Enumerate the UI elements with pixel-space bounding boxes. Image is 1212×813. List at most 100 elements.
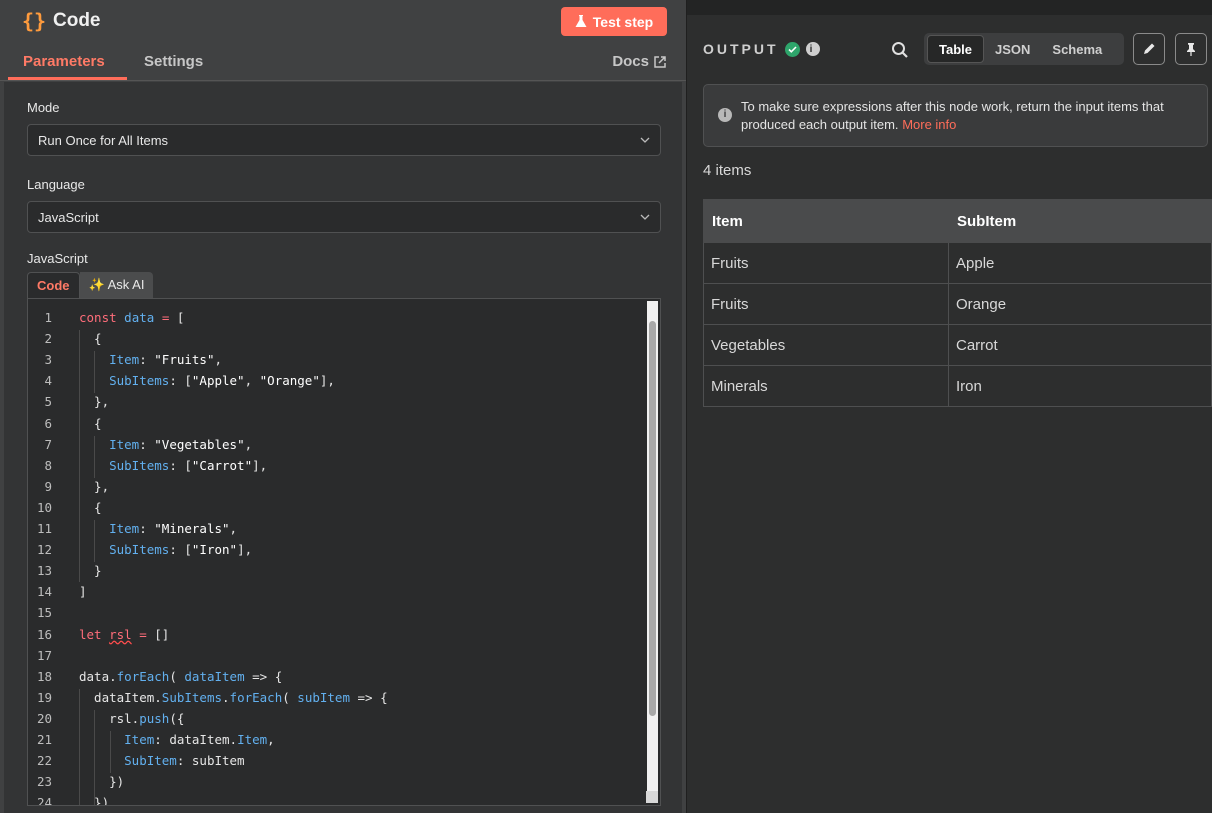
resize-handle[interactable] (646, 791, 658, 803)
code-text: SubItems: ["Iron"], (109, 542, 253, 558)
code-editor[interactable]: 1 const data = [2 {3 Item: "Fruits", 4 Sub… (27, 298, 661, 806)
table-header-row: Item SubItem (703, 199, 1212, 243)
line-number: 19 (36, 689, 52, 705)
line-number: 2 (44, 331, 52, 347)
line-number: 12 (36, 542, 52, 558)
line-number: 5 (44, 394, 52, 410)
column-header: SubItem (948, 199, 1212, 243)
external-link-icon (654, 55, 666, 68)
line-number: 17 (36, 647, 52, 663)
code-text: { (79, 415, 102, 431)
code-text: Item: dataItem.Item, (124, 732, 275, 747)
line-number: 20 (36, 710, 52, 726)
code-text: SubItems: ["Apple", "Orange"], (109, 373, 335, 389)
line-number: 9 (44, 478, 52, 494)
editor-tabs: Code ✨ Ask AI (27, 272, 154, 298)
table-cell[interactable]: Fruits (703, 283, 949, 325)
output-notice: i To make sure expressions after this no… (703, 84, 1208, 147)
test-step-button[interactable]: Test step (561, 7, 667, 36)
code-text: SubItem: subItem (124, 753, 245, 769)
scrollbar-thumb[interactable] (649, 321, 656, 716)
table-cell[interactable]: Carrot (948, 324, 1212, 366)
line-number: 23 (36, 774, 52, 790)
table-cell[interactable]: Apple (948, 242, 1212, 284)
output-heading: OUTPUT i (703, 41, 820, 57)
line-number: 3 (44, 352, 52, 368)
pin-icon (1187, 43, 1195, 56)
active-tab-indicator (8, 77, 127, 80)
language-label: Language (27, 177, 85, 192)
line-number: 14 (36, 584, 52, 600)
table-cell[interactable]: Orange (948, 283, 1212, 325)
chevron-down-icon (640, 214, 650, 220)
table-row: Minerals Iron (703, 365, 1212, 407)
output-table: Item SubItem Fruits Apple Fruits Orange Vege… (703, 199, 1212, 407)
pencil-icon (1144, 43, 1155, 54)
table-cell[interactable]: Minerals (703, 365, 949, 407)
info-icon[interactable]: i (805, 42, 820, 56)
table-cell[interactable]: Vegetables (703, 324, 949, 366)
mode-value: Run Once for All Items (38, 132, 169, 148)
column-header: Item (703, 199, 949, 243)
code-text: }) (79, 795, 110, 806)
code-braces-icon: {} (22, 9, 47, 33)
code-text: Item: "Minerals", (109, 521, 238, 536)
table-row: Vegetables Carrot (703, 324, 1212, 366)
code-text: Item: "Vegetables", (109, 436, 253, 452)
line-number: 16 (36, 626, 52, 642)
language-value: JavaScript (38, 209, 99, 225)
parameters-form: Mode Run Once for All Items Language Jav… (4, 82, 682, 813)
code-text: ] (79, 584, 87, 600)
code-text: } (79, 563, 102, 579)
edit-output-button[interactable] (1133, 33, 1165, 65)
docs-label: Docs (612, 53, 649, 70)
line-number: 11 (36, 521, 52, 536)
tab-parameters[interactable]: Parameters (23, 53, 105, 70)
test-step-label: Test step (592, 13, 654, 30)
tab-ask-ai[interactable]: ✨ Ask AI (79, 272, 154, 298)
code-text: { (79, 331, 102, 347)
code-text: SubItems: ["Carrot"], (109, 457, 268, 473)
node-title: Code (53, 10, 101, 31)
table-cell[interactable]: Iron (948, 365, 1212, 407)
parameters-panel: {} Code Test step Parameters Settings Do… (0, 0, 687, 813)
docs-link[interactable]: Docs (612, 53, 666, 70)
language-select[interactable]: JavaScript (27, 201, 661, 233)
line-number: 13 (36, 563, 52, 579)
code-text: const data = [ (79, 310, 185, 325)
view-json[interactable]: JSON (984, 36, 1041, 62)
line-number: 18 (36, 668, 52, 684)
more-info-link[interactable]: More info (902, 117, 956, 132)
code-text: }, (79, 478, 110, 494)
line-number: 21 (36, 732, 52, 747)
line-number: 8 (44, 457, 52, 473)
mode-select[interactable]: Run Once for All Items (27, 124, 661, 156)
line-number: 15 (36, 605, 52, 621)
view-switcher: Table JSON Schema (924, 33, 1124, 65)
item-count: 4 items (703, 162, 752, 179)
output-panel: OUTPUT i Table JSON Schema i To make sur… (687, 0, 1212, 813)
code-text: dataItem.SubItems.forEach( subItem => { (79, 689, 388, 705)
line-number: 7 (44, 436, 52, 452)
canvas-strip (687, 0, 1212, 15)
pin-data-button[interactable] (1175, 33, 1207, 65)
mode-label: Mode (27, 100, 60, 115)
code-text: { (79, 499, 102, 515)
view-schema[interactable]: Schema (1041, 36, 1113, 62)
line-number: 24 (36, 795, 52, 806)
view-table[interactable]: Table (927, 35, 984, 63)
tab-code[interactable]: Code (27, 272, 80, 298)
chevron-down-icon (640, 137, 650, 143)
code-text: rsl.push({ (79, 710, 185, 726)
search-icon[interactable] (891, 41, 909, 59)
editor-scrollbar[interactable] (647, 301, 658, 803)
tab-settings[interactable]: Settings (144, 53, 203, 70)
line-number: 1 (44, 310, 52, 325)
code-text: data.forEach( dataItem => { (79, 668, 283, 684)
output-title: OUTPUT (703, 41, 779, 57)
table-cell[interactable]: Fruits (703, 242, 949, 284)
table-row: Fruits Apple (703, 242, 1212, 284)
table-body: Fruits Apple Fruits Orange Vegetables Carrot M… (703, 242, 1212, 407)
editor-label: JavaScript (27, 251, 88, 266)
code-text: let rsl = [] (79, 626, 170, 642)
